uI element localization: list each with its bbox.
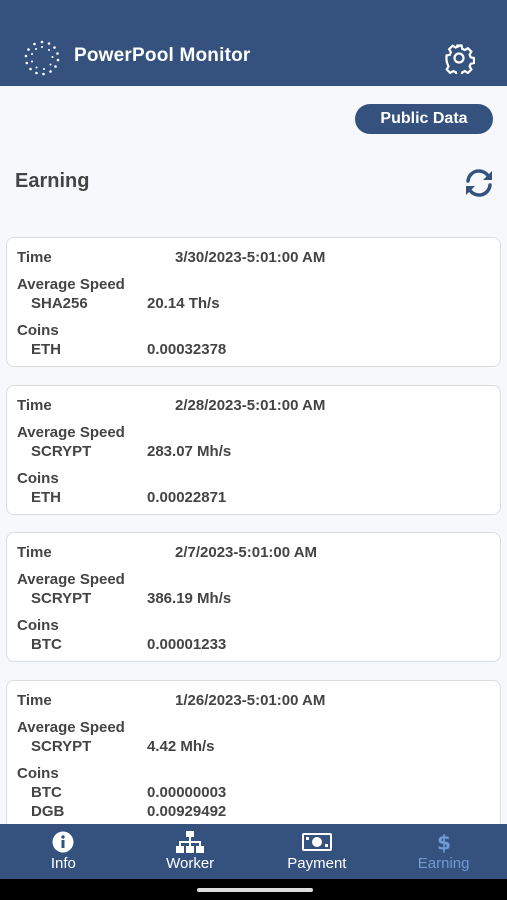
coin-name: ETH: [31, 341, 61, 358]
sitemap-icon: [176, 831, 205, 853]
time-value: 3/30/2023-5:01:00 AM: [175, 249, 326, 266]
coin-name: ETH: [31, 489, 61, 506]
nav-tab-earning[interactable]: $ Earning: [380, 824, 507, 879]
coin-amount: 0.00929492: [147, 803, 227, 820]
earning-card: Time 2/7/2023-5:01:00 AM Average Speed S…: [6, 532, 501, 662]
money-bill-icon: [301, 833, 332, 851]
coins-label: Coins: [17, 617, 59, 634]
logo-icon: [24, 40, 60, 76]
main-content: Public Data Earning Time 3/30/2023-5:01:…: [0, 86, 507, 824]
home-indicator[interactable]: [197, 888, 313, 892]
coins-label: Coins: [17, 322, 59, 339]
app-title: PowerPool Monitor: [74, 45, 251, 66]
coin-amount: 0.00022871: [147, 489, 227, 506]
speed-value: 386.19 Mh/s: [147, 590, 232, 607]
gear-icon[interactable]: [443, 42, 475, 74]
status-bar: [0, 0, 507, 30]
coin-name: BTC: [31, 784, 62, 801]
average-speed-label: Average Speed: [17, 571, 125, 588]
svg-text:$: $: [437, 831, 451, 853]
algorithm-name: SCRYPT: [31, 443, 92, 460]
coins-label: Coins: [17, 765, 59, 782]
speed-value: 20.14 Th/s: [147, 295, 220, 312]
coin-amount: 0.00001233: [147, 636, 227, 653]
nav-label: Info: [50, 855, 76, 872]
speed-value: 4.42 Mh/s: [147, 738, 215, 755]
bottom-navigation: Info Worker Payment $ Earning: [0, 824, 507, 879]
speed-value: 283.07 Mh/s: [147, 443, 232, 460]
average-speed-label: Average Speed: [17, 276, 125, 293]
earning-card: Time 1/26/2023-5:01:00 AM Average Speed …: [6, 680, 501, 824]
coin-name: BTC: [31, 636, 62, 653]
algorithm-name: SHA256: [31, 295, 88, 312]
public-data-button[interactable]: Public Data: [355, 104, 493, 134]
nav-tab-worker[interactable]: Worker: [127, 824, 254, 879]
nav-tab-info[interactable]: Info: [0, 824, 127, 879]
app-bar: PowerPool Monitor: [0, 30, 507, 86]
refresh-icon[interactable]: [463, 168, 495, 198]
nav-tab-payment[interactable]: Payment: [254, 824, 381, 879]
time-value: 1/26/2023-5:01:00 AM: [175, 692, 326, 709]
average-speed-label: Average Speed: [17, 424, 125, 441]
time-value: 2/7/2023-5:01:00 AM: [175, 544, 318, 561]
earning-card: Time 2/28/2023-5:01:00 AM Average Speed …: [6, 385, 501, 515]
coin-name: DGB: [31, 803, 65, 820]
dollar-icon: $: [437, 831, 451, 853]
time-label: Time: [17, 249, 52, 266]
nav-label: Worker: [166, 855, 215, 872]
page-title: Earning: [15, 170, 90, 192]
algorithm-name: SCRYPT: [31, 590, 92, 607]
coin-amount: 0.00032378: [147, 341, 227, 358]
nav-label: Earning: [417, 855, 470, 872]
time-label: Time: [17, 397, 52, 414]
time-label: Time: [17, 692, 52, 709]
nav-label: Payment: [287, 855, 347, 872]
earning-card: Time 3/30/2023-5:01:00 AM Average Speed …: [6, 237, 501, 367]
time-value: 2/28/2023-5:01:00 AM: [175, 397, 326, 414]
average-speed-label: Average Speed: [17, 719, 125, 736]
time-label: Time: [17, 544, 52, 561]
coins-label: Coins: [17, 470, 59, 487]
coin-amount: 0.00000003: [147, 784, 227, 801]
algorithm-name: SCRYPT: [31, 738, 92, 755]
info-icon: [52, 831, 74, 853]
